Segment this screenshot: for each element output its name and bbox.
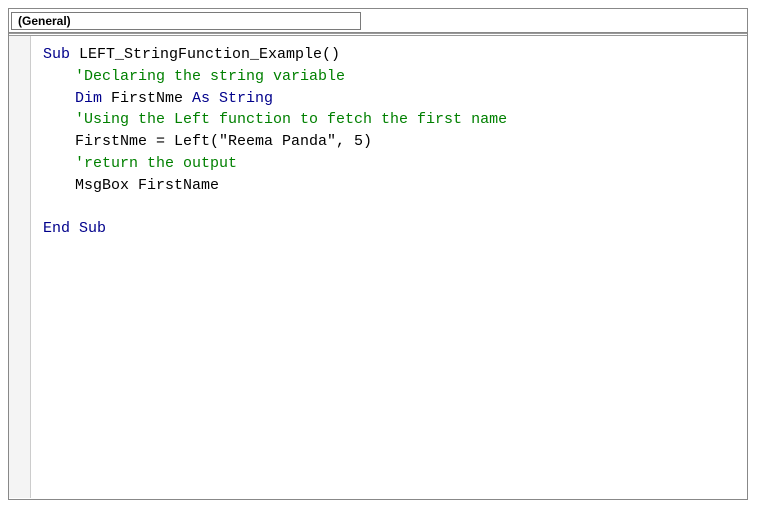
code-line: End Sub (43, 218, 735, 240)
dropdown-label: (General) (18, 14, 71, 28)
assignment: FirstNme = Left("Reema Panda", 5) (75, 133, 372, 150)
code-line: 'return the output (43, 153, 735, 175)
comment: 'Declaring the string variable (75, 68, 345, 85)
code-editor-window: (General) Sub LEFT_StringFunction_Exampl… (8, 8, 748, 500)
keyword: Dim (75, 90, 102, 107)
code-line: Dim FirstNme As String (43, 88, 735, 110)
code-line: FirstNme = Left("Reema Panda", 5) (43, 131, 735, 153)
comment: 'return the output (75, 155, 237, 172)
variable: FirstNme (102, 90, 192, 107)
code-line: Sub LEFT_StringFunction_Example() (43, 44, 735, 66)
code-line: 'Using the Left function to fetch the fi… (43, 109, 735, 131)
code-line (43, 196, 735, 218)
keyword: End Sub (43, 220, 106, 237)
comment: 'Using the Left function to fetch the fi… (75, 111, 507, 128)
code-line: 'Declaring the string variable (43, 66, 735, 88)
keyword: Sub (43, 46, 70, 63)
dropdown-bar: (General) (9, 9, 747, 33)
code-pane[interactable]: Sub LEFT_StringFunction_Example() 'Declar… (31, 36, 747, 498)
editor-area: Sub LEFT_StringFunction_Example() 'Declar… (9, 36, 747, 498)
code-line: MsgBox FirstName (43, 175, 735, 197)
keyword: As String (192, 90, 273, 107)
margin-indicator-bar (9, 36, 31, 498)
object-dropdown[interactable]: (General) (11, 12, 361, 30)
msgbox-call: MsgBox FirstName (75, 177, 219, 194)
sub-name: LEFT_StringFunction_Example() (70, 46, 340, 63)
